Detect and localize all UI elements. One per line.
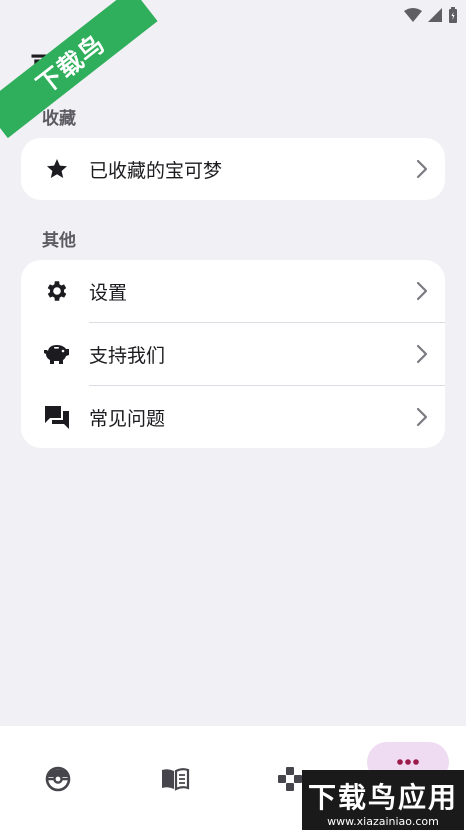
chevron-right-icon	[416, 281, 428, 301]
watermark-promo: 下载鸟应用 www.xiazainiao.com	[302, 770, 464, 830]
promo-title: 下载鸟应用	[308, 781, 459, 814]
nav-guide[interactable]	[155, 764, 195, 794]
row-label: 常见问题	[89, 407, 166, 430]
status-bar	[0, 0, 466, 34]
gear-icon	[43, 277, 71, 305]
chevron-right-icon	[416, 344, 428, 364]
row-label: 支持我们	[89, 344, 166, 367]
other-card: 设置 支持我们 常见问题	[21, 260, 445, 448]
section-header-favorites: 收藏	[42, 109, 76, 129]
row-settings[interactable]: 设置	[21, 260, 445, 322]
chevron-right-icon	[416, 159, 428, 179]
favorites-card: 已收藏的宝可梦	[21, 138, 445, 200]
row-label: 已收藏的宝可梦	[89, 159, 223, 182]
row-support-us[interactable]: 支持我们	[21, 323, 445, 385]
row-favorite-pokemon[interactable]: 已收藏的宝可梦	[21, 138, 445, 200]
chevron-right-icon	[416, 407, 428, 427]
battery-icon	[449, 7, 457, 23]
signal-icon	[428, 8, 442, 22]
nav-pokedex[interactable]	[38, 764, 78, 794]
row-label: 设置	[89, 281, 128, 304]
star-icon	[43, 155, 71, 183]
promo-url: www.xiazainiao.com	[302, 815, 464, 828]
gamepad-icon	[278, 767, 302, 791]
pokeball-icon	[45, 766, 71, 792]
section-header-other: 其他	[42, 231, 76, 251]
book-icon	[162, 768, 190, 791]
row-faq[interactable]: 常见问题	[21, 386, 445, 448]
wifi-icon	[404, 8, 422, 22]
forum-icon	[43, 403, 71, 431]
piggy-bank-icon	[43, 340, 71, 368]
